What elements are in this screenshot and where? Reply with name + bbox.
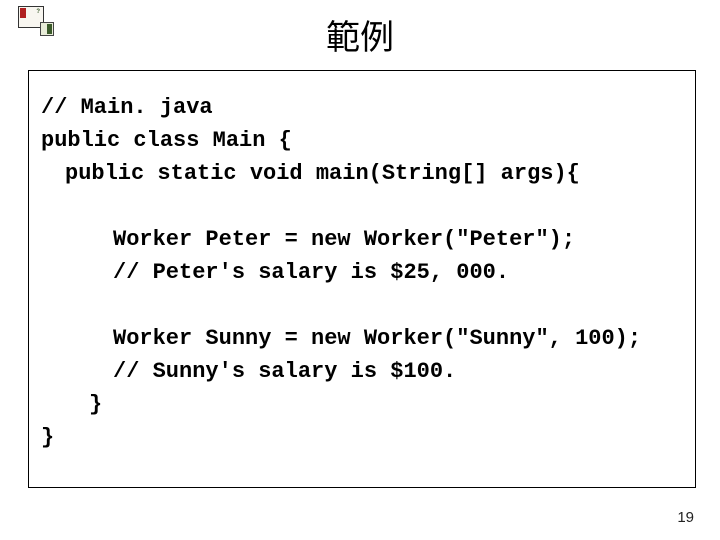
slide-title: 範例 — [0, 10, 720, 59]
page-number: 19 — [677, 509, 694, 526]
code-worker-peter: Worker Peter = new Worker("Peter"); — [41, 223, 683, 256]
code-container: // Main. java public class Main { public… — [28, 70, 696, 488]
blank-line — [41, 190, 683, 223]
code-worker-sunny: Worker Sunny = new Worker("Sunny", 100); — [41, 322, 683, 355]
code-class-decl: public class Main { — [41, 124, 683, 157]
code-comment-file: // Main. java — [41, 91, 683, 124]
code-comment-peter: // Peter's salary is $25, 000. — [41, 256, 683, 289]
code-close-class: } — [41, 421, 683, 454]
code-close-main: } — [41, 388, 683, 421]
code-main-decl: public static void main(String[] args){ — [41, 157, 683, 190]
code-comment-sunny: // Sunny's salary is $100. — [41, 355, 683, 388]
blank-line — [41, 289, 683, 322]
